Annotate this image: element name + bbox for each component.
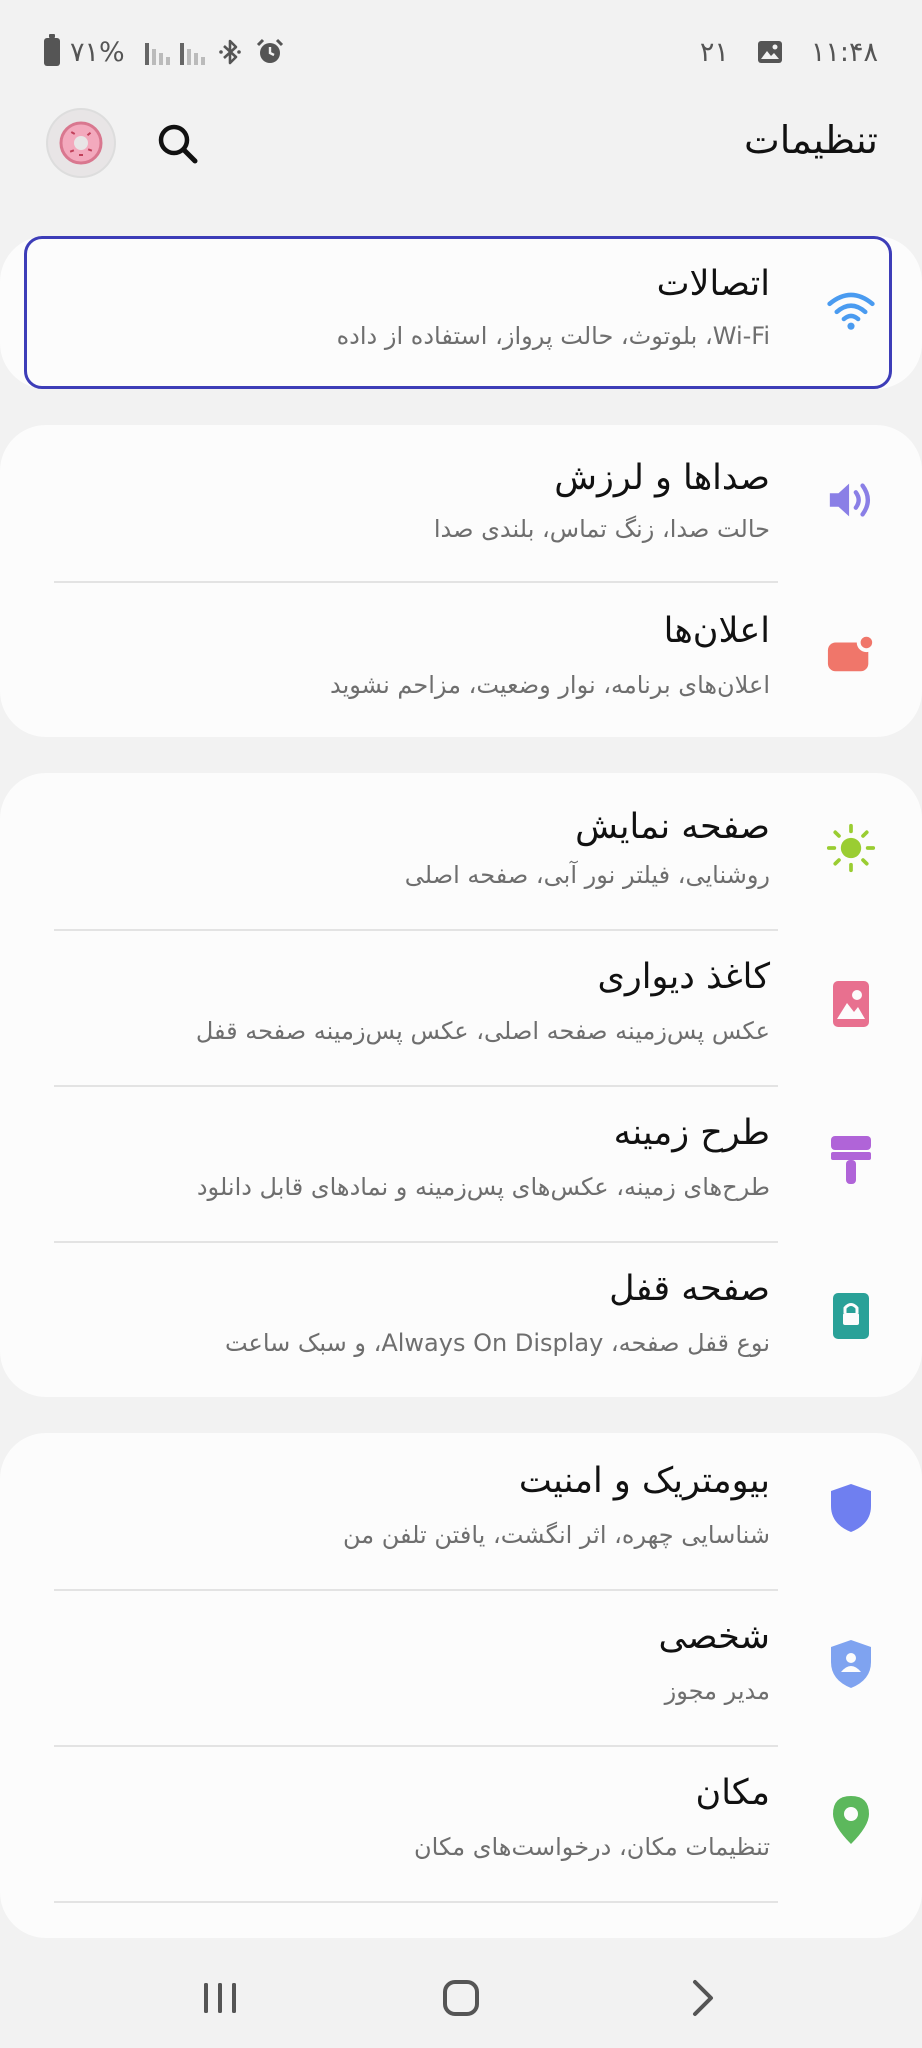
bluetooth-icon [218, 39, 241, 65]
settings-item-lockscreen[interactable]: صفحه قفل نوع قفل صفحه، Always On Display… [0, 1241, 922, 1397]
item-subtitle: شناسایی چهره، اثر انگشت، یافتن تلفن من [342, 1521, 770, 1549]
settings-item-connections[interactable]: اتصالات Wi-Fi، بلوتوث، حالت پرواز، استفا… [0, 236, 922, 389]
clock-time: ١١:۴٨ [810, 36, 878, 68]
settings-item-display[interactable]: صفحه نمایش روشنایی، فیلتر نور آبی، صفحه … [0, 773, 922, 929]
back-button[interactable] [672, 1968, 732, 2028]
settings-item-wallpaper[interactable]: کاغذ دیواری عکس پس‌زمینه صفحه اصلی، عکس … [0, 929, 922, 1085]
item-subtitle: حالت صدا، زنگ تماس، بلندی صدا [433, 515, 770, 543]
item-title: اتصالات [656, 264, 770, 304]
location-pin-icon [826, 1795, 876, 1845]
alarm-icon [256, 38, 283, 63]
gallery-icon [757, 41, 782, 63]
home-icon [443, 1980, 479, 2016]
volume-icon [826, 475, 876, 525]
recents-icon [204, 1983, 236, 2013]
divider [54, 1901, 778, 1903]
settings-item-sounds[interactable]: صداها و لرزش حالت صدا، زنگ تماس، بلندی ص… [0, 425, 922, 581]
settings-item-notifications[interactable]: اعلان‌ها اعلان‌های برنامه، نوار وضعیت، م… [0, 581, 922, 737]
wifi-icon [826, 286, 876, 336]
navigation-bar [0, 1938, 922, 2048]
settings-group-display: صفحه نمایش روشنایی، فیلتر نور آبی، صفحه … [0, 773, 922, 1397]
notification-icon [826, 629, 876, 679]
theme-brush-icon [826, 1135, 876, 1185]
home-button[interactable] [431, 1968, 491, 2028]
item-subtitle: روشنایی، فیلتر نور آبی، صفحه اصلی [404, 861, 770, 889]
brightness-icon [826, 823, 876, 873]
item-title: طرح زمینه [613, 1113, 770, 1153]
profile-avatar[interactable] [48, 110, 114, 176]
settings-item-biometrics[interactable]: بیومتریک و امنیت شناسایی چهره، اثر انگشت… [0, 1433, 922, 1589]
settings-item-themes[interactable]: طرح زمینه طرح‌های زمینه، عکس‌های پس‌زمین… [0, 1085, 922, 1241]
status-bar: ٧١% ٢١ ١١:۴٨ [0, 0, 922, 104]
item-subtitle: تنظیمات مکان، درخواست‌های مکان [414, 1833, 770, 1861]
app-header: تنظیمات [0, 104, 922, 224]
item-title: صفحه نمایش [575, 807, 770, 847]
item-title: بیومتریک و امنیت [518, 1461, 770, 1501]
search-button[interactable] [150, 116, 206, 172]
item-subtitle: مدیر مجوز [664, 1677, 770, 1705]
item-subtitle: عکس پس‌زمینه صفحه اصلی، عکس پس‌زمینه صفح… [195, 1017, 770, 1045]
signal-icon [144, 39, 170, 65]
settings-group-sound: صداها و لرزش حالت صدا، زنگ تماس، بلندی ص… [0, 425, 922, 737]
item-title: صداها و لرزش [554, 458, 770, 498]
status-right: ٢١ ١١:۴٨ [700, 30, 878, 74]
privacy-shield-icon [826, 1639, 876, 1689]
status-left: ٧١% [44, 30, 285, 74]
shield-icon [826, 1483, 876, 1533]
signal-icon-2 [179, 39, 205, 65]
item-title: اعلان‌ها [663, 611, 770, 651]
item-title: کاغذ دیواری [597, 957, 770, 997]
item-subtitle: Wi-Fi، بلوتوث، حالت پرواز، استفاده از دا… [336, 322, 770, 350]
settings-item-location[interactable]: مکان تنظیمات مکان، درخواست‌های مکان [0, 1745, 922, 1901]
search-icon [158, 124, 198, 164]
settings-group-connections: اتصالات Wi-Fi، بلوتوث، حالت پرواز، استفا… [0, 236, 922, 389]
back-icon [693, 1980, 713, 2016]
settings-item-privacy[interactable]: شخصی مدیر مجوز [0, 1589, 922, 1745]
donut-avatar-icon [59, 121, 103, 165]
item-title: شخصی [658, 1617, 770, 1657]
item-title: مکان [695, 1773, 770, 1813]
item-subtitle: اعلان‌های برنامه، نوار وضعیت، مزاحم نشوی… [330, 671, 770, 699]
item-title: صفحه قفل [609, 1269, 770, 1309]
item-subtitle: طرح‌های زمینه، عکس‌های پس‌زمینه و نمادها… [196, 1173, 770, 1201]
lock-icon [826, 1291, 876, 1341]
wallpaper-icon [826, 979, 876, 1029]
item-subtitle: نوع قفل صفحه، Always On Display، و سبک س… [224, 1329, 770, 1357]
settings-group-security: بیومتریک و امنیت شناسایی چهره، اثر انگشت… [0, 1433, 922, 1938]
battery-level: ٧١% [70, 36, 125, 68]
recents-button[interactable] [190, 1968, 250, 2028]
page-title: تنظیمات [743, 118, 878, 162]
date-text: ٢١ [699, 36, 729, 68]
battery-icon [44, 34, 60, 66]
